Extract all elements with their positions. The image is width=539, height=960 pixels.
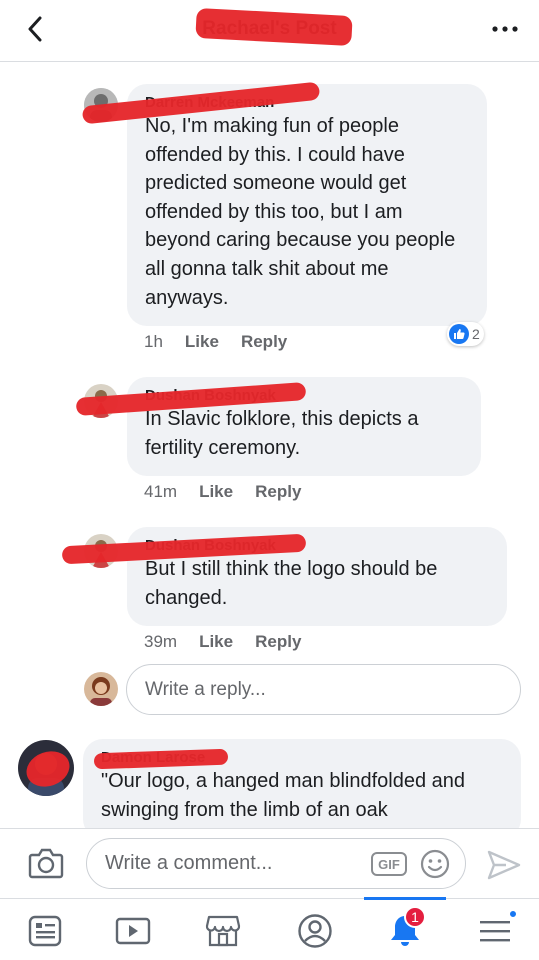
nav-news-feed[interactable]	[18, 909, 72, 953]
nav-menu[interactable]	[468, 909, 522, 953]
ellipsis-icon	[492, 26, 518, 32]
active-tab-indicator	[364, 897, 446, 900]
reply-placeholder: Write a reply...	[145, 678, 266, 700]
more-options-button[interactable]	[489, 14, 521, 44]
news-feed-icon	[28, 915, 62, 947]
reply-link[interactable]: Reply	[255, 482, 301, 502]
comment-actions: 41m Like Reply	[144, 482, 301, 502]
send-icon	[487, 850, 521, 880]
marketplace-icon	[205, 915, 241, 947]
notification-badge: 1	[404, 906, 426, 928]
comment-text: "Our logo, a hanged man blindfolded and …	[101, 770, 466, 821]
comment-time: 1h	[144, 332, 163, 351]
nav-watch[interactable]	[106, 909, 160, 953]
thumbs-up-icon	[449, 324, 469, 344]
comment-text: In Slavic folklore, this depicts a ferti…	[145, 408, 419, 459]
nav-profile[interactable]	[288, 909, 342, 953]
video-play-icon	[115, 917, 151, 945]
reaction-count[interactable]: 2	[447, 322, 484, 346]
my-avatar	[84, 672, 118, 706]
nav-marketplace[interactable]	[196, 909, 250, 953]
comment-text: But I still think the logo should be cha…	[145, 558, 438, 609]
like-link[interactable]: Like	[185, 332, 219, 352]
camera-button[interactable]	[28, 847, 64, 884]
profile-icon	[298, 914, 332, 948]
comment-time: 41m	[144, 482, 178, 501]
smiley-icon	[420, 849, 450, 879]
like-link[interactable]: Like	[199, 632, 233, 652]
like-link[interactable]: Like	[199, 482, 233, 502]
emoji-button[interactable]	[419, 848, 451, 886]
post-header: Rachael's Post	[0, 0, 539, 62]
comment-actions: 39m Like Reply	[144, 632, 301, 652]
comment-actions: 1h Like Reply	[144, 332, 287, 352]
reply-link[interactable]: Reply	[241, 332, 287, 352]
reaction-count-value: 2	[472, 326, 480, 342]
reply-input[interactable]: Write a reply...	[126, 664, 521, 715]
comment-time: 39m	[144, 632, 178, 651]
comment-input[interactable]: Write a comment... GIF	[86, 838, 466, 889]
comment-text: No, I'm making fun of people offended by…	[145, 115, 456, 309]
send-button[interactable]	[486, 849, 522, 886]
camera-icon	[28, 848, 64, 879]
nav-notifications[interactable]: 1	[378, 906, 432, 953]
new-indicator-dot	[508, 909, 518, 919]
comment-placeholder: Write a comment...	[105, 852, 273, 874]
comment-composer: Write a comment... GIF	[0, 828, 539, 898]
redaction-mark	[195, 7, 353, 47]
user-photo-icon	[84, 672, 118, 706]
comment-bubble[interactable]: Darren Mckeeman No, I'm making fun of pe…	[127, 84, 487, 326]
bottom-nav: 1	[0, 897, 539, 960]
hamburger-menu-icon	[480, 921, 510, 942]
gif-button[interactable]: GIF	[371, 852, 407, 876]
reply-link[interactable]: Reply	[255, 632, 301, 652]
